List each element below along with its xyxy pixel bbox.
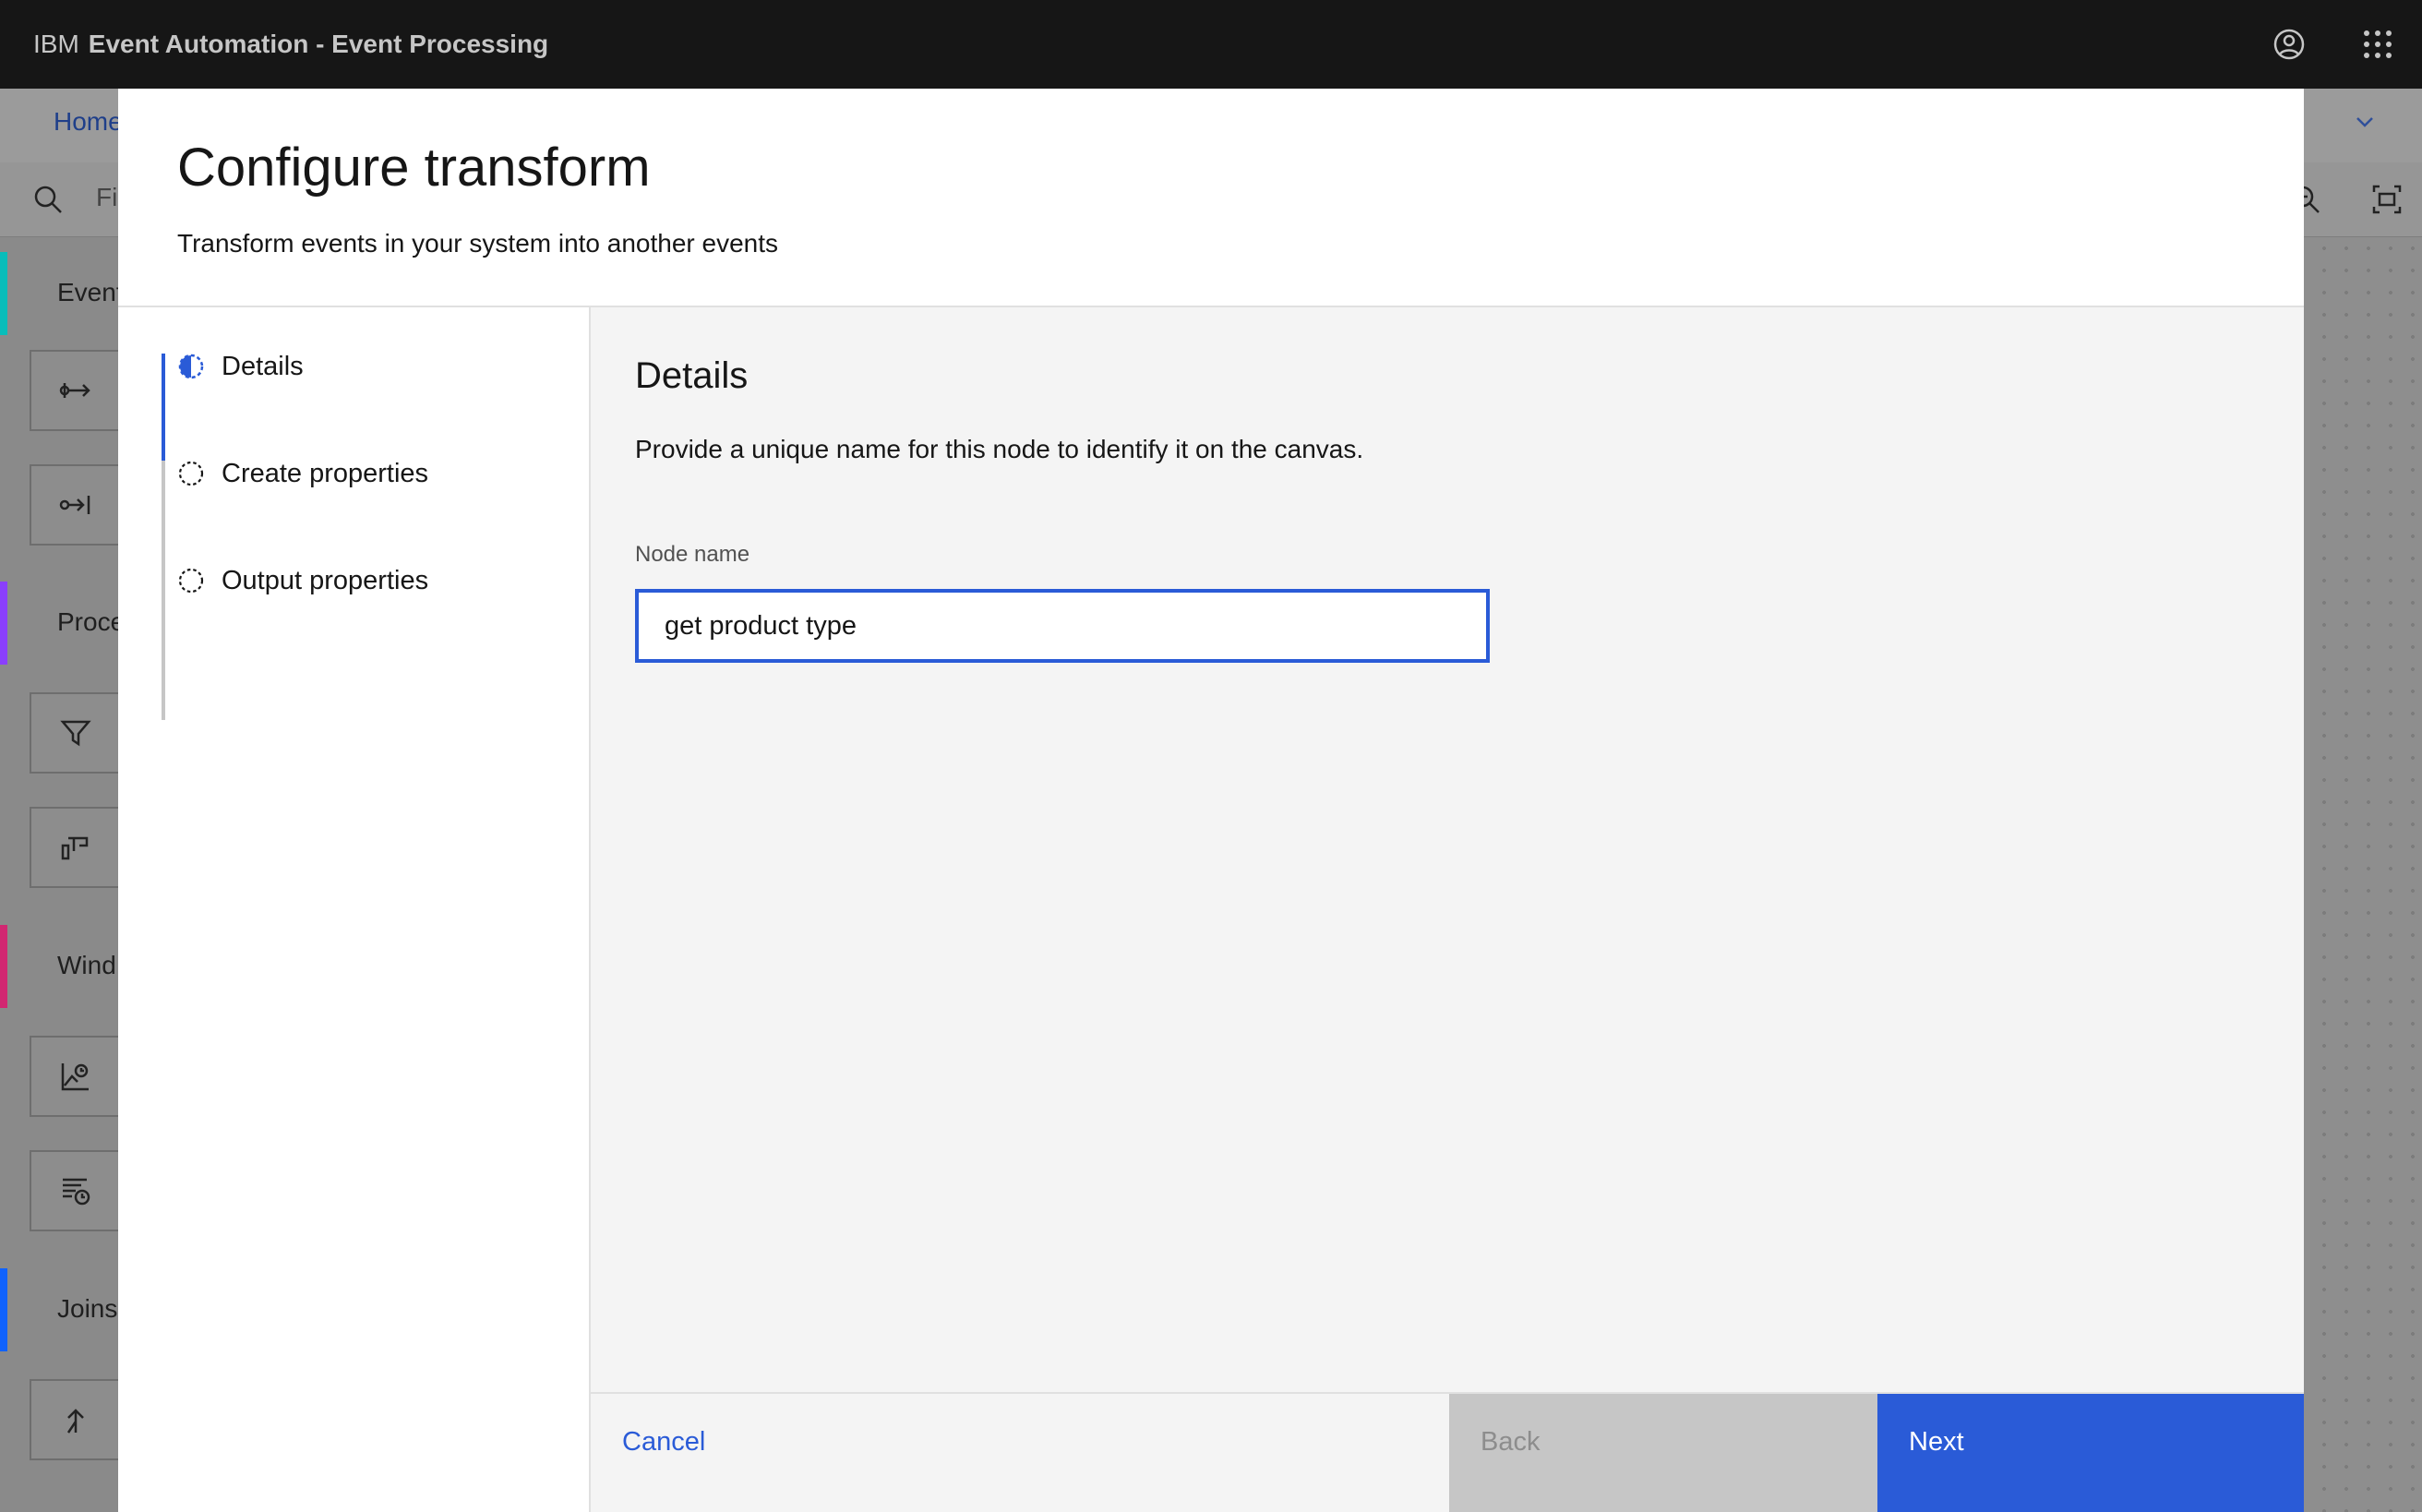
fit-to-screen-icon [2370,183,2404,221]
progress-rail-active [162,354,165,461]
category-label: Joins [57,1294,118,1323]
brand-prefix: IBM [33,30,79,58]
app-header: IBM Event Automation - Event Processing [0,0,2422,89]
event-source-node-icon [30,350,122,431]
step-details[interactable]: Details [177,339,304,394]
modal-footer: Cancel Back Next [591,1392,2304,1512]
next-button[interactable]: Next [1877,1394,2304,1512]
category-label: Wind [57,951,116,979]
window-node-icon [30,1150,122,1231]
category-label: Event [57,278,124,306]
step-label: Output properties [222,565,429,595]
node-name-input[interactable] [635,589,1490,663]
cancel-button[interactable]: Cancel [591,1394,1449,1512]
user-profile-icon[interactable] [2267,22,2311,66]
step-create-properties[interactable]: Create properties [177,446,428,501]
palette-category: Wind [0,925,120,1008]
step-incomplete-icon [177,460,205,487]
filter-input-text: Fi [96,183,118,211]
palette-category: Joins [0,1268,120,1351]
category-color-bar [0,1268,7,1351]
background-palette: Event Proce Wind Joins [0,237,125,1512]
node-name-label: Node name [635,542,750,567]
progress-steps: Details Create properties Output propert… [118,307,591,1512]
palette-category: Proce [0,582,125,665]
step-current-icon [177,353,205,380]
app-switcher-icon[interactable] [2356,22,2400,66]
aggregate-node-icon [30,1036,122,1117]
category-color-bar [0,925,7,1008]
step-incomplete-icon [177,567,205,594]
modal-title: Configure transform [177,138,651,198]
details-panel: Details Provide a unique name for this n… [591,307,2304,1392]
back-button[interactable]: Back [1449,1394,1877,1512]
palette-category: Event [0,252,124,335]
category-color-bar [0,582,7,665]
transform-node-icon [30,807,122,888]
modal-header: Configure transform Transform events in … [118,89,2304,307]
step-output-properties[interactable]: Output properties [177,553,428,608]
configure-transform-modal: Configure transform Transform events in … [118,89,2304,1512]
modal-subtitle: Transform events in your system into ano… [177,229,779,258]
event-destination-node-icon [30,464,122,546]
details-description: Provide a unique name for this node to i… [635,435,1364,463]
app-brand[interactable]: IBM Event Automation - Event Processing [33,0,548,89]
step-label: Create properties [222,458,429,488]
brand-name: Event Automation - Event Processing [88,30,549,58]
tab-home: Home [54,107,123,136]
category-label: Proce [57,607,126,636]
details-title: Details [635,355,749,396]
join-node-icon [30,1379,122,1460]
step-label: Details [222,351,304,381]
category-color-bar [0,252,7,335]
chevron-down-icon [2352,109,2378,139]
filter-node-icon [30,692,122,774]
search-icon [31,183,65,221]
